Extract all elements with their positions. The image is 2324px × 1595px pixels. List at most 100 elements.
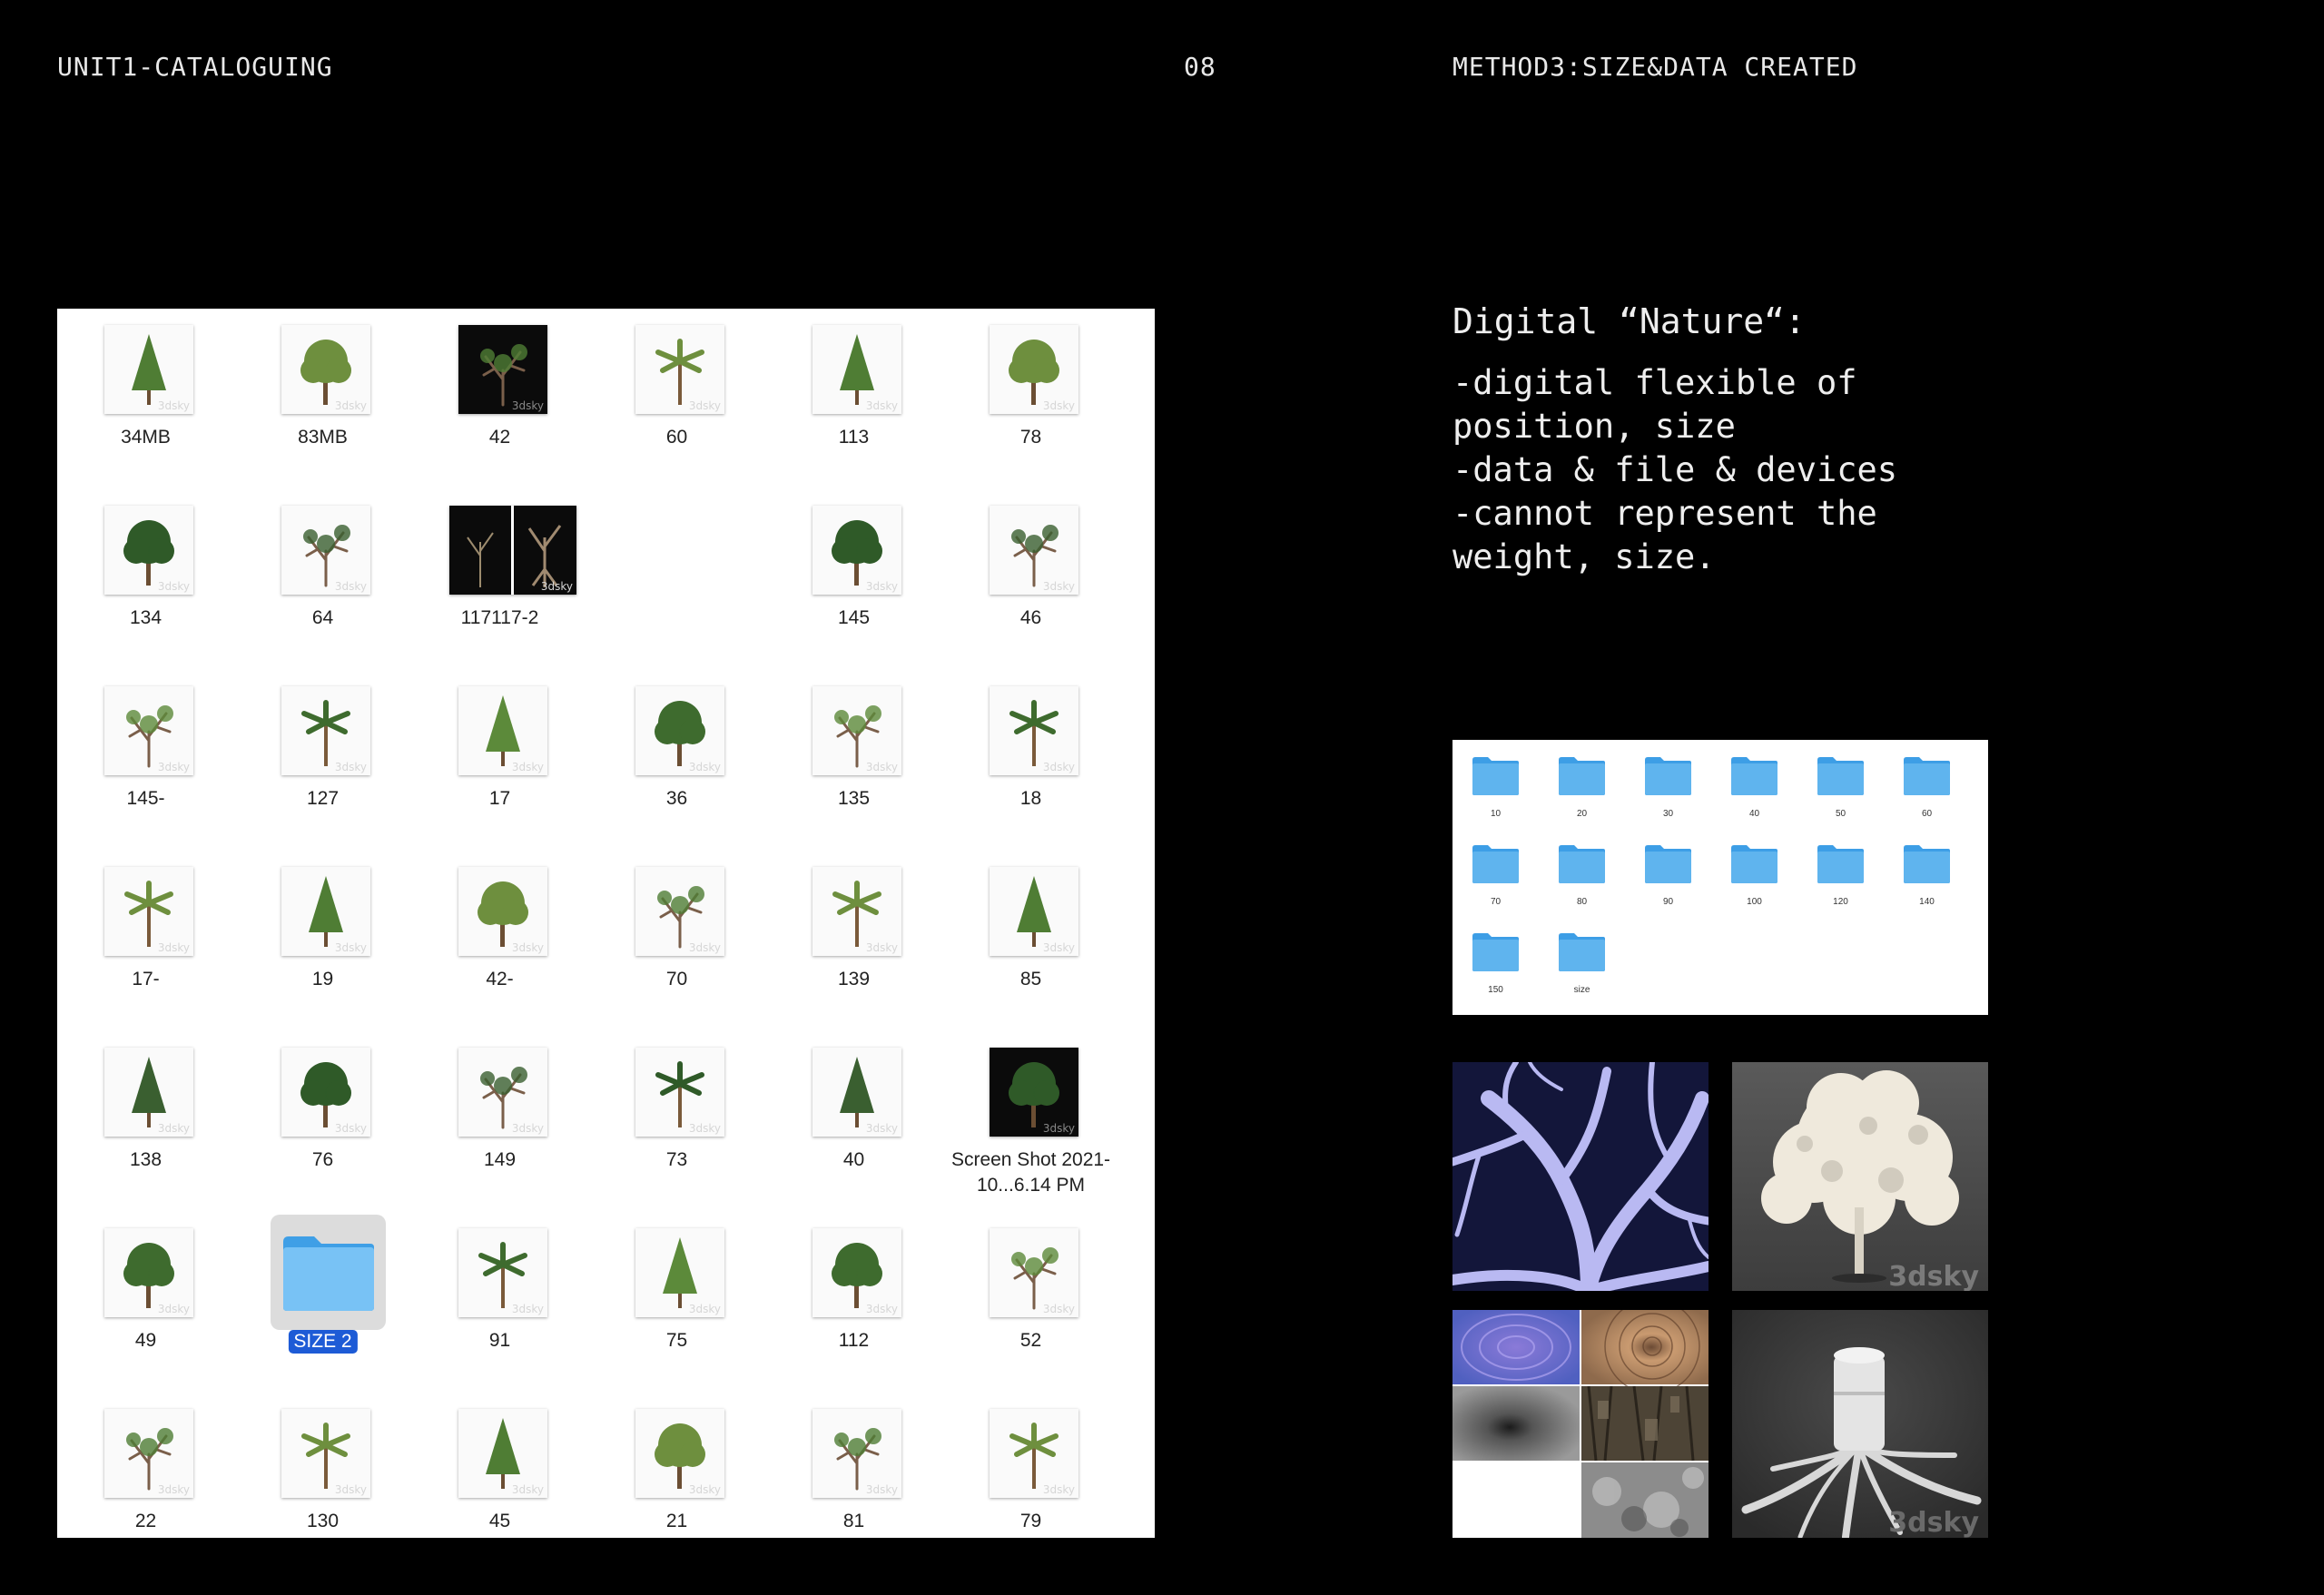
file-name-label: 17 <box>488 788 511 809</box>
folder-item[interactable]: 120 <box>1797 828 1884 916</box>
file-name-label: 18 <box>1019 788 1042 809</box>
header-unit-title: UNIT1-CATALOGUING <box>57 52 333 82</box>
file-item[interactable]: 3dsky 113 <box>765 309 942 489</box>
file-item[interactable]: 3dsky 75 <box>588 1212 765 1393</box>
watermark-text: 3dsky <box>1888 1507 1979 1538</box>
file-item[interactable]: 3dsky Screen Shot 2021-10...6.14 PM <box>942 1031 1119 1212</box>
file-thumbnail: 3dsky <box>458 325 547 414</box>
thumbnail-watermark: 3dsky <box>865 941 898 954</box>
file-item[interactable]: 3dsky 19 <box>234 851 411 1031</box>
file-thumbnail: 3dsky <box>281 1048 370 1137</box>
file-name-label: 139 <box>837 969 871 989</box>
file-thumbnail: 3dsky <box>990 1409 1078 1498</box>
file-item[interactable]: 3dsky 34MB <box>57 309 234 489</box>
file-item[interactable]: 3dsky 49 <box>57 1212 234 1393</box>
file-item[interactable]: 3dsky 76 <box>234 1031 411 1212</box>
file-item[interactable]: 3dsky 18 <box>942 670 1119 851</box>
file-item[interactable]: 3dsky 149 <box>411 1031 588 1212</box>
file-item[interactable]: 3dsky 42 <box>411 309 588 489</box>
thumbnail-watermark: 3dsky <box>865 399 898 412</box>
file-item[interactable]: 3dsky 145 <box>765 489 942 670</box>
folder-icon <box>1559 845 1605 883</box>
file-thumbnail: 3dsky <box>812 506 901 595</box>
file-name-label: 81 <box>842 1511 865 1531</box>
folder-item[interactable]: 20 <box>1539 740 1625 828</box>
folder-item[interactable]: 80 <box>1539 828 1625 916</box>
folder-item[interactable]: 100 <box>1711 828 1797 916</box>
file-thumbnail: 3dsky <box>104 686 193 775</box>
folder-item[interactable]: 60 <box>1884 740 1970 828</box>
file-item[interactable]: 3dsky 70 <box>588 851 765 1031</box>
file-item[interactable]: 3dsky 85 <box>942 851 1119 1031</box>
file-item[interactable]: 3dsky 60 <box>588 309 765 489</box>
file-item[interactable]: 3dsky 73 <box>588 1031 765 1212</box>
folder-item[interactable]: 40 <box>1711 740 1797 828</box>
file-item[interactable]: 3dsky 117117-2 <box>411 489 588 670</box>
file-name-label: Screen Shot 2021-10...6.14 PM <box>950 1149 1111 1196</box>
thumbnail-watermark: 3dsky <box>1042 399 1075 412</box>
folder-item[interactable]: 140 <box>1884 828 1970 916</box>
folder-item[interactable]: 30 <box>1625 740 1711 828</box>
file-item[interactable]: 3dsky 79 <box>942 1393 1119 1538</box>
file-item[interactable]: 3dsky 138 <box>57 1031 234 1212</box>
file-item[interactable]: 3dsky 127 <box>234 670 411 851</box>
file-item[interactable]: 3dsky 64 <box>234 489 411 670</box>
file-name-label: 134 <box>129 607 162 628</box>
file-item[interactable]: 3dsky 17- <box>57 851 234 1031</box>
file-name-label: 21 <box>665 1511 688 1531</box>
folder-item[interactable]: 150 <box>1452 916 1539 1004</box>
file-name-label: 76 <box>311 1149 334 1170</box>
file-item[interactable]: 3dsky 21 <box>588 1393 765 1538</box>
thumbnail-watermark: 3dsky <box>540 580 573 593</box>
file-item[interactable]: 3dsky 40 <box>765 1031 942 1212</box>
file-name-label: 79 <box>1019 1511 1042 1531</box>
file-name-label: 64 <box>311 607 334 628</box>
folder-item[interactable]: 70 <box>1452 828 1539 916</box>
thumbnail-watermark: 3dsky <box>157 941 190 954</box>
file-item[interactable]: 3dsky 81 <box>765 1393 942 1538</box>
file-item[interactable]: 3dsky 52 <box>942 1212 1119 1393</box>
body-line: position, size <box>1452 407 1736 446</box>
file-item[interactable]: 3dsky 135 <box>765 670 942 851</box>
file-name-label: 138 <box>129 1149 162 1170</box>
thumbnail-watermark: 3dsky <box>157 1122 190 1135</box>
file-item[interactable]: 3dsky 78 <box>942 309 1119 489</box>
file-thumbnail: 3dsky <box>990 686 1078 775</box>
file-thumbnail: 3dsky <box>458 686 547 775</box>
file-item[interactable]: 3dsky 130 <box>234 1393 411 1538</box>
file-item[interactable]: 3dsky 112 <box>765 1212 942 1393</box>
folder-item[interactable]: 50 <box>1797 740 1884 828</box>
file-thumbnail: 3dsky <box>281 1409 370 1498</box>
thumbnail-watermark: 3dsky <box>511 1483 544 1496</box>
file-item[interactable]: SIZE 2 <box>234 1212 411 1393</box>
file-item[interactable] <box>588 489 765 670</box>
file-item[interactable]: 3dsky 134 <box>57 489 234 670</box>
file-item[interactable]: 3dsky 45 <box>411 1393 588 1538</box>
thumbnail-watermark: 3dsky <box>157 399 190 412</box>
file-name-label: 112 <box>838 1330 870 1351</box>
file-item[interactable]: 3dsky 17 <box>411 670 588 851</box>
thumbnail-watermark: 3dsky <box>157 1483 190 1496</box>
file-item[interactable]: 3dsky 139 <box>765 851 942 1031</box>
thumbnail-watermark: 3dsky <box>1042 761 1075 773</box>
folder-label: 140 <box>1919 897 1935 907</box>
file-thumbnail: 3dsky <box>458 867 547 956</box>
file-item[interactable]: 3dsky 36 <box>588 670 765 851</box>
file-item[interactable]: 3dsky 46 <box>942 489 1119 670</box>
folder-item[interactable]: size <box>1539 916 1625 1004</box>
folder-label: 20 <box>1576 809 1588 819</box>
file-item[interactable]: 3dsky 83MB <box>234 309 411 489</box>
thumbnail-watermark: 3dsky <box>865 1303 898 1315</box>
folder-icon <box>1559 757 1605 795</box>
file-thumbnail: 3dsky <box>990 867 1078 956</box>
file-item[interactable]: 3dsky 91 <box>411 1212 588 1393</box>
body-line: -digital flexible of <box>1452 363 1857 402</box>
file-item[interactable]: 3dsky 42- <box>411 851 588 1031</box>
file-item[interactable]: 3dsky 145- <box>57 670 234 851</box>
texture-collage-image <box>1452 1310 1709 1538</box>
folder-item[interactable]: 10 <box>1452 740 1539 828</box>
folder-item[interactable]: 90 <box>1625 828 1711 916</box>
thumbnail-watermark: 3dsky <box>157 1303 190 1315</box>
file-item[interactable]: 3dsky 22 <box>57 1393 234 1538</box>
file-thumbnail: 3dsky <box>812 686 901 775</box>
